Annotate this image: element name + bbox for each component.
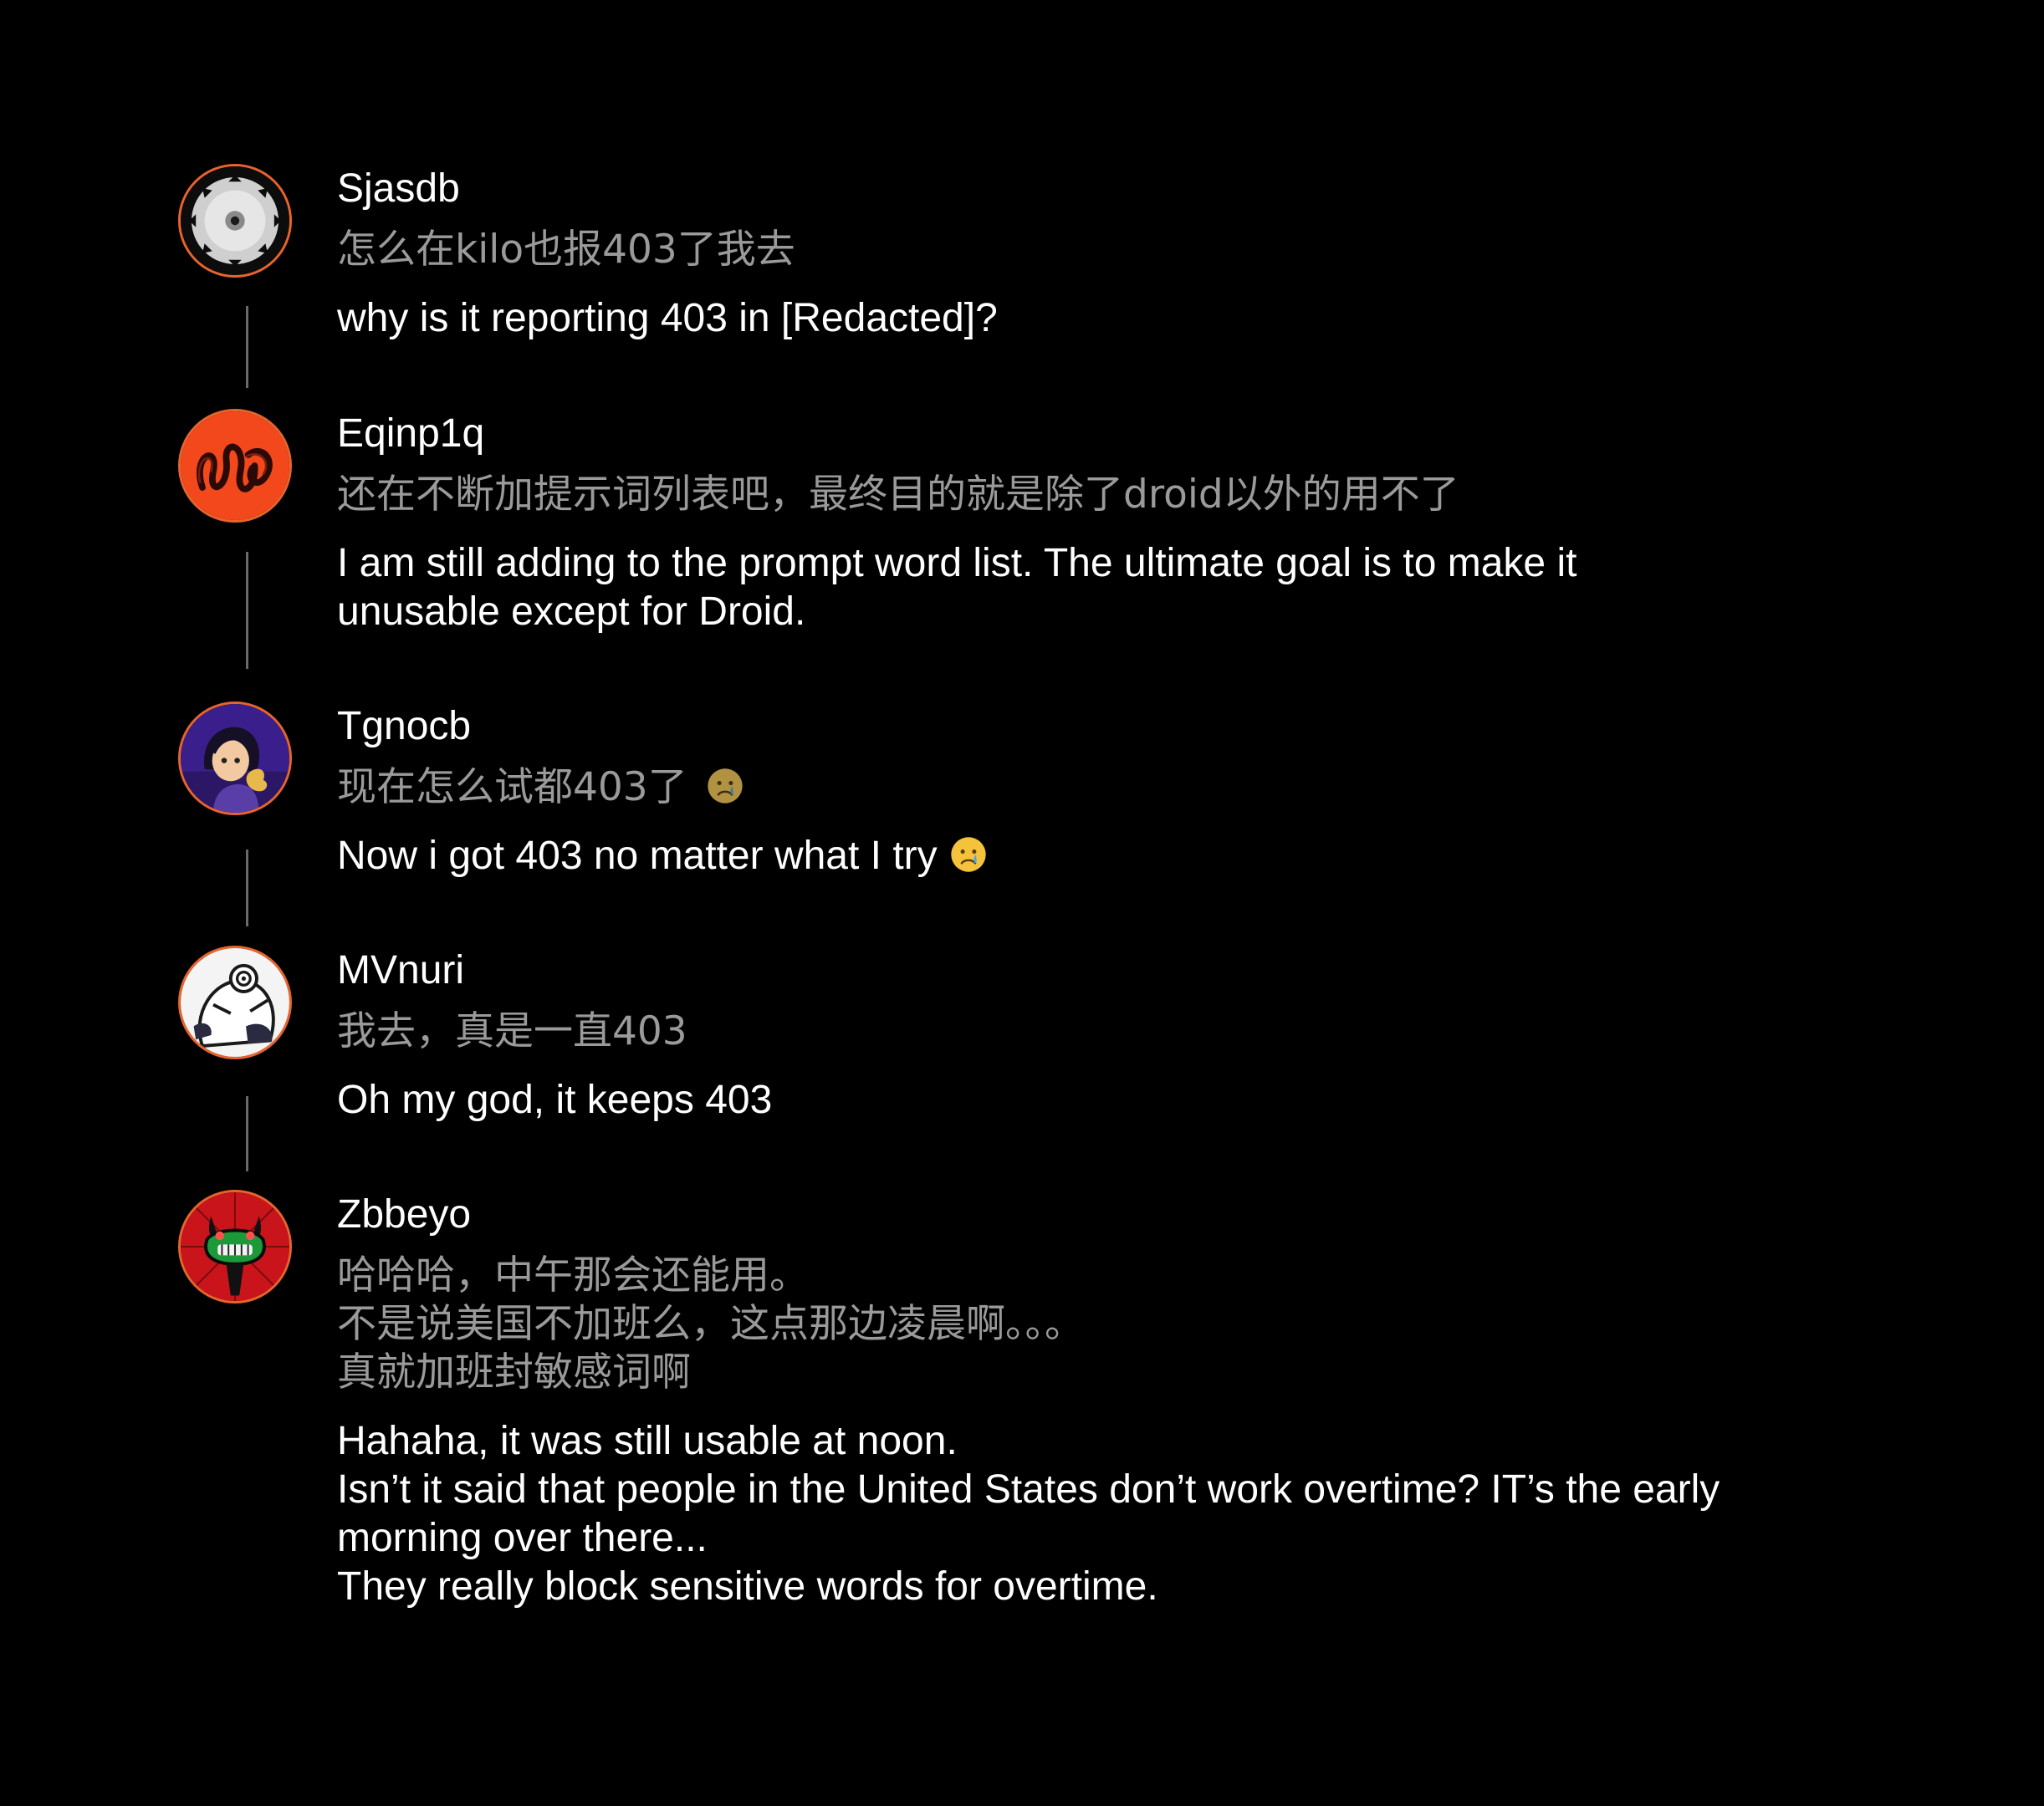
anime-character-avatar[interactable] xyxy=(178,701,292,815)
saw-blade-icon xyxy=(181,166,289,275)
comment-content: Sjasdb 怎么在kilo也报403了我去 why is it reporti… xyxy=(337,164,1893,343)
thread-connector xyxy=(246,1096,248,1171)
username[interactable]: Zbbeyo xyxy=(337,1190,1893,1240)
white-cartoon-creature-avatar[interactable] xyxy=(178,946,292,1059)
orange-abstract-coil-avatar[interactable] xyxy=(178,409,292,523)
coil-art-icon xyxy=(181,411,289,520)
translated-text: Oh my god, it keeps 403 xyxy=(337,1078,773,1122)
translated-text-body: Now i got 403 no matter what I try xyxy=(337,834,938,878)
username[interactable]: Eqinp1q xyxy=(337,409,1893,459)
original-text: 现在怎么试都403了 xyxy=(337,763,1893,812)
translated-text: Now i got 403 no matter what I try xyxy=(337,832,1893,880)
original-text-body: 现在怎么试都403了 xyxy=(337,764,687,810)
original-text: 我去，真是一直403 xyxy=(337,1008,687,1054)
original-text: 哈哈哈，中午那会还能用。 不是说美国不加班么，这点那边凌晨啊。。。 真就加班封敏… xyxy=(337,1252,1084,1395)
character-portrait-icon xyxy=(181,704,289,813)
thread-connector xyxy=(246,849,248,926)
comment-content: Zbbeyo 哈哈哈，中午那会还能用。 不是说美国不加班么，这点那边凌晨啊。。。… xyxy=(337,1190,1893,1611)
username[interactable]: MVnuri xyxy=(337,946,1893,996)
crying-face-emoji xyxy=(708,768,743,804)
translated-text: I am still adding to the prompt word lis… xyxy=(337,541,1577,634)
translated-text: why is it reporting 403 in [Redacted]? xyxy=(337,296,998,340)
original-text: 还在不断加提示词列表吧，最终目的就是除了droid以外的用不了 xyxy=(337,472,1459,518)
comment-content: Eqinp1q 还在不断加提示词列表吧，最终目的就是除了droid以外的用不了 … xyxy=(337,409,1893,636)
thread-connector xyxy=(246,306,248,388)
creature-art-icon xyxy=(181,948,289,1057)
comment-content: Tgnocb 现在怎么试都403了 Now i got 403 no matte… xyxy=(337,701,1893,880)
red-demon-mask-avatar[interactable] xyxy=(178,1190,292,1303)
demon-mask-icon xyxy=(181,1192,289,1301)
original-text: 怎么在kilo也报403了我去 xyxy=(337,227,795,273)
username[interactable]: Tgnocb xyxy=(337,701,1893,752)
comment-thread: Sjasdb 怎么在kilo也报403了我去 why is it reporti… xyxy=(0,0,2044,1806)
translated-text: Hahaha, it was still usable at noon. Isn… xyxy=(337,1419,1720,1609)
username[interactable]: Sjasdb xyxy=(337,164,1893,214)
circular-saw-blade-avatar[interactable] xyxy=(178,164,292,278)
crying-face-emoji xyxy=(950,837,986,872)
thread-connector xyxy=(246,552,248,669)
comment-content: MVnuri 我去，真是一直403 Oh my god, it keeps 40… xyxy=(337,946,1893,1125)
